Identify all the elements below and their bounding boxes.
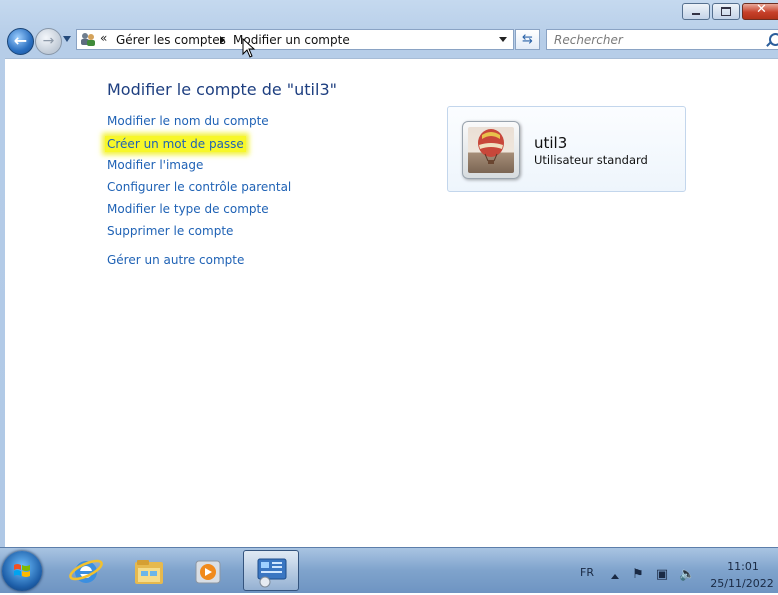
breadcrumb-manage-accounts[interactable]: Gérer les comptes: [116, 33, 226, 47]
account-name: util3: [534, 134, 568, 152]
account-type: Utilisateur standard: [534, 153, 648, 167]
close-button[interactable]: [742, 2, 778, 20]
internet-explorer-icon: [69, 559, 103, 583]
search-input[interactable]: [554, 32, 754, 47]
user-accounts-icon: [81, 33, 95, 46]
clock-time[interactable]: 11:01: [713, 560, 773, 573]
control-panel-icon: [257, 558, 287, 588]
back-button[interactable]: ←: [7, 28, 34, 55]
clock-date[interactable]: 25/11/2022: [708, 577, 776, 590]
taskbar: FR ⚑ ▣ 🔈 11:01 25/11/2022: [0, 547, 778, 593]
search-box[interactable]: [546, 29, 778, 50]
overflow-chevron[interactable]: «: [100, 31, 107, 45]
windows-logo-icon: [14, 564, 30, 577]
create-password-link[interactable]: Créer un mot de passe: [105, 136, 246, 152]
action-center-flag-icon[interactable]: ⚑: [631, 568, 645, 582]
show-hidden-icons-button[interactable]: [611, 574, 619, 579]
language-indicator[interactable]: FR: [580, 566, 594, 579]
window-controls: [682, 2, 778, 20]
rename-account-link[interactable]: Modifier le nom du compte: [107, 114, 269, 128]
page-title: Modifier le compte de "util3": [107, 80, 337, 99]
start-button[interactable]: [2, 551, 42, 591]
search-icon[interactable]: [769, 33, 778, 46]
mouse-cursor-icon: [242, 37, 256, 58]
address-dropdown-icon[interactable]: [499, 37, 507, 42]
manage-another-account-link[interactable]: Gérer un autre compte: [107, 253, 244, 267]
control-panel-window: ← → « Gérer les comptes Modifier un comp…: [0, 0, 778, 548]
taskbar-control-panel[interactable]: [243, 550, 299, 591]
forward-arrow-icon: →: [42, 33, 55, 49]
change-picture-link[interactable]: Modifier l'image: [107, 158, 203, 172]
main-content: Modifier le compte de "util3" Modifier l…: [5, 58, 778, 548]
avatar: [462, 121, 520, 179]
taskbar-internet-explorer[interactable]: [58, 550, 114, 591]
volume-icon[interactable]: 🔈: [679, 568, 695, 582]
refresh-button[interactable]: ⇆: [515, 29, 540, 50]
parental-controls-link[interactable]: Configurer le contrôle parental: [107, 180, 291, 194]
address-bar[interactable]: « Gérer les comptes Modifier un compte: [76, 29, 514, 50]
minimize-button[interactable]: [682, 3, 710, 20]
network-icon[interactable]: ▣: [655, 568, 669, 582]
maximize-button[interactable]: [712, 3, 740, 20]
recent-pages-dropdown[interactable]: [63, 36, 71, 42]
taskbar-media-player[interactable]: [180, 550, 236, 591]
media-player-icon: [195, 560, 221, 584]
refresh-icon: ⇆: [522, 32, 533, 47]
windows-explorer-icon: [135, 560, 163, 584]
back-arrow-icon: ←: [13, 31, 28, 50]
taskbar-windows-explorer[interactable]: [121, 550, 177, 591]
breadcrumb-arrow-icon[interactable]: [220, 36, 225, 44]
hot-air-balloon-icon: [468, 127, 514, 173]
change-account-type-link[interactable]: Modifier le type de compte: [107, 202, 269, 216]
forward-button[interactable]: →: [35, 28, 62, 55]
account-card: util3 Utilisateur standard: [447, 106, 686, 192]
delete-account-link[interactable]: Supprimer le compte: [107, 224, 233, 238]
